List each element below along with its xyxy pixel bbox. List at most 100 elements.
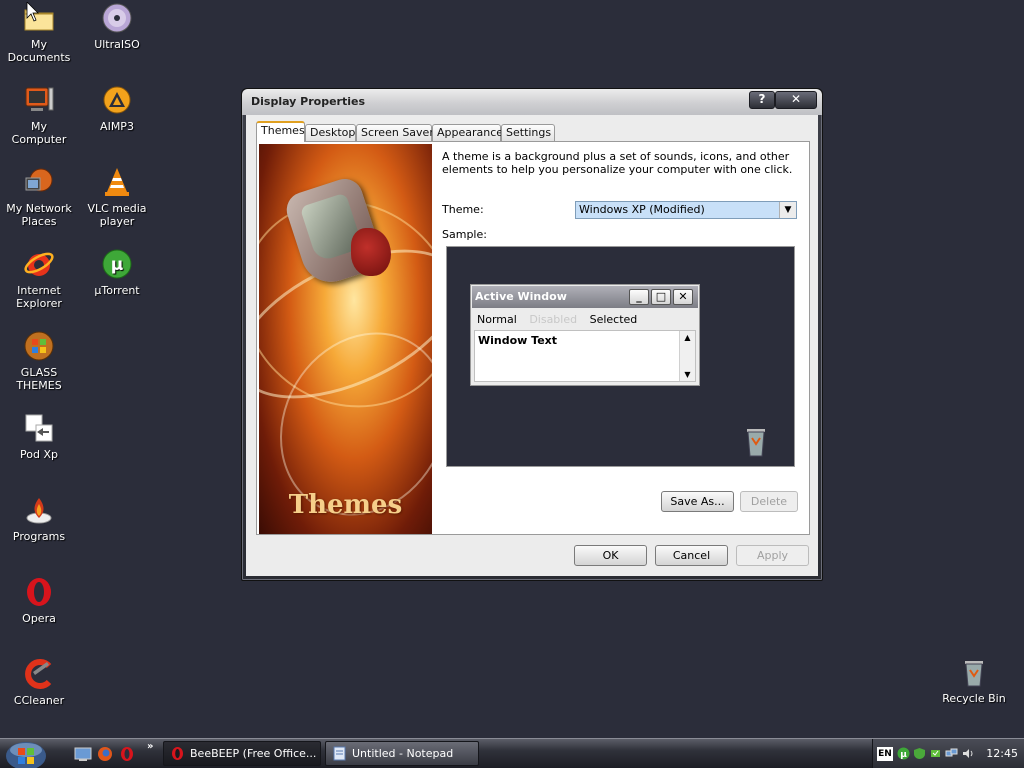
volume-icon[interactable] — [961, 747, 974, 760]
sample-label: Sample: — [442, 228, 487, 241]
network-icon — [25, 168, 53, 192]
desktop-icon-label: My Computer — [11, 120, 67, 146]
sample-scrollbar: ▲ ▼ — [679, 331, 695, 381]
svg-text:µ: µ — [111, 255, 124, 275]
sample-menu: Normal Disabled Selected — [477, 313, 646, 326]
language-indicator[interactable]: EN — [877, 747, 893, 761]
desktop-icon-programs[interactable]: Programs — [0, 494, 78, 543]
desktop-icon-label: UltraISO — [94, 38, 140, 51]
desktop-icon-label: VLC media player — [87, 202, 147, 228]
task-label: Untitled - Notepad — [352, 747, 454, 760]
task-button-beebeep[interactable]: BeeBEEP (Free Office... — [163, 741, 321, 766]
themes-panel: Themes A theme is a background plus a se… — [256, 141, 810, 535]
desktop-icon-my-network-places[interactable]: My Network Places — [0, 166, 78, 228]
notepad-icon — [333, 746, 346, 761]
tab-themes[interactable]: Themes — [256, 121, 305, 142]
utorrent-icon: µ — [102, 249, 132, 279]
tab-screen-saver[interactable]: Screen Saver — [356, 124, 434, 141]
recycle-bin-label: Recycle Bin — [942, 692, 1006, 705]
theme-dropdown[interactable]: Windows XP (Modified) ▼ — [575, 201, 797, 219]
desktop-icon-label: Programs — [12, 530, 66, 543]
sample-menu-normal: Normal — [477, 313, 517, 326]
chevron-down-icon[interactable]: ▼ — [779, 202, 796, 218]
show-desktop-icon[interactable] — [74, 746, 92, 762]
desktop-icon-label: µTorrent — [94, 284, 140, 297]
network-status-icon[interactable] — [945, 747, 958, 760]
opera-icon — [27, 578, 51, 606]
ok-button[interactable]: OK — [574, 545, 647, 566]
desktop-icon-pod-xp[interactable]: Pod Xp — [0, 412, 78, 461]
desktop-icon-utorrent[interactable]: µ µTorrent — [78, 248, 156, 297]
svg-text:µ: µ — [900, 750, 907, 760]
theme-label: Theme: — [442, 203, 484, 216]
theme-sample-preview: Active Window _ □ ✕ Normal Disabled Sele… — [446, 246, 795, 467]
document-icon — [25, 414, 53, 442]
desktop-icon-aimp3[interactable]: AIMP3 — [78, 84, 156, 133]
vlc-cone-icon — [105, 168, 129, 196]
sample-text-area: Window Text ▲ ▼ — [474, 330, 696, 382]
folder-icon — [24, 2, 54, 31]
utorrent-icon[interactable]: µ — [897, 747, 910, 760]
sample-window-titlebar: Active Window _ □ ✕ — [472, 286, 698, 308]
desktop-icon-recycle-bin[interactable]: Recycle Bin — [935, 656, 1013, 705]
sample-window: Active Window _ □ ✕ Normal Disabled Sele… — [470, 284, 700, 386]
task-label: BeeBEEP (Free Office... — [190, 747, 317, 760]
artwork-title: Themes — [288, 490, 403, 520]
aimp-icon — [103, 86, 131, 114]
help-button[interactable]: ? — [749, 91, 775, 109]
apply-button[interactable]: Apply — [736, 545, 809, 566]
close-icon: ✕ — [673, 289, 693, 305]
save-as-button[interactable]: Save As... — [661, 491, 734, 512]
desktop-icon-ccleaner[interactable]: CCleaner — [0, 658, 78, 707]
scroll-down-icon: ▼ — [684, 370, 691, 379]
dialog-body: Themes Desktop Screen Saver Appearance S… — [246, 115, 818, 576]
desktop-icon-glass-themes[interactable]: GLASS THEMES — [0, 330, 78, 392]
desktop-icon-label: My Documents — [7, 38, 71, 64]
desktop-icon-label: Opera — [22, 612, 56, 625]
quicklaunch-chevron[interactable]: » — [147, 741, 153, 752]
taskbar: » BeeBEEP (Free Office... Untitled - Not… — [0, 738, 1024, 768]
computer-icon — [25, 87, 54, 111]
recycle-bin-icon — [965, 661, 983, 687]
close-button[interactable]: ✕ — [775, 91, 817, 109]
desktop-icon-internet-explorer[interactable]: Internet Explorer — [0, 248, 78, 310]
display-properties-dialog: Display Properties ? ✕ Themes Desktop Sc… — [241, 88, 823, 581]
themes-artwork: Themes — [259, 144, 432, 534]
tab-desktop[interactable]: Desktop — [305, 124, 356, 141]
desktop-icon-opera[interactable]: Opera — [0, 576, 78, 625]
cancel-button[interactable]: Cancel — [655, 545, 728, 566]
theme-dropdown-value: Windows XP (Modified) — [579, 203, 705, 216]
desktop-icon-label: Internet Explorer — [16, 284, 62, 310]
desktop-icon-vlc[interactable]: VLC media player — [78, 166, 156, 228]
desktop-icon-label: GLASS THEMES — [16, 366, 62, 392]
start-button[interactable] — [4, 740, 48, 768]
desktop-icon-my-documents[interactable]: My Documents — [0, 2, 78, 64]
theme-description: A theme is a background plus a set of so… — [442, 150, 793, 176]
task-button-notepad[interactable]: Untitled - Notepad — [325, 741, 479, 766]
tab-appearance[interactable]: Appearance — [432, 124, 503, 141]
tab-settings[interactable]: Settings — [501, 124, 555, 141]
safely-remove-hardware-icon[interactable] — [929, 747, 942, 760]
sample-window-title: Active Window — [475, 290, 567, 303]
dialog-titlebar[interactable]: Display Properties ? ✕ — [242, 89, 822, 115]
desktop-icon-my-computer[interactable]: My Computer — [0, 84, 78, 146]
windows-orb-icon — [24, 331, 54, 361]
shield-icon[interactable] — [913, 747, 926, 760]
ccleaner-icon — [25, 659, 52, 689]
desktop-icon-label: Pod Xp — [20, 448, 58, 461]
sample-menu-disabled: Disabled — [529, 313, 578, 326]
firefox-icon[interactable] — [96, 746, 114, 762]
sample-window-text: Window Text — [478, 334, 558, 347]
opera-icon[interactable] — [118, 746, 136, 762]
desktop-icon-label: My Network Places — [6, 202, 72, 228]
ie-icon — [24, 252, 54, 276]
clock[interactable]: 12:45 — [986, 747, 1018, 760]
desktop-icon-ultraiso[interactable]: UltraISO — [78, 2, 156, 51]
disc-icon — [102, 3, 132, 33]
desktop-icon-label: CCleaner — [13, 694, 65, 707]
delete-button[interactable]: Delete — [740, 491, 798, 512]
system-tray: EN µ 12:45 — [872, 739, 1024, 768]
programs-icon — [26, 498, 52, 524]
scroll-up-icon: ▲ — [684, 333, 691, 342]
maximize-icon: □ — [651, 289, 671, 305]
